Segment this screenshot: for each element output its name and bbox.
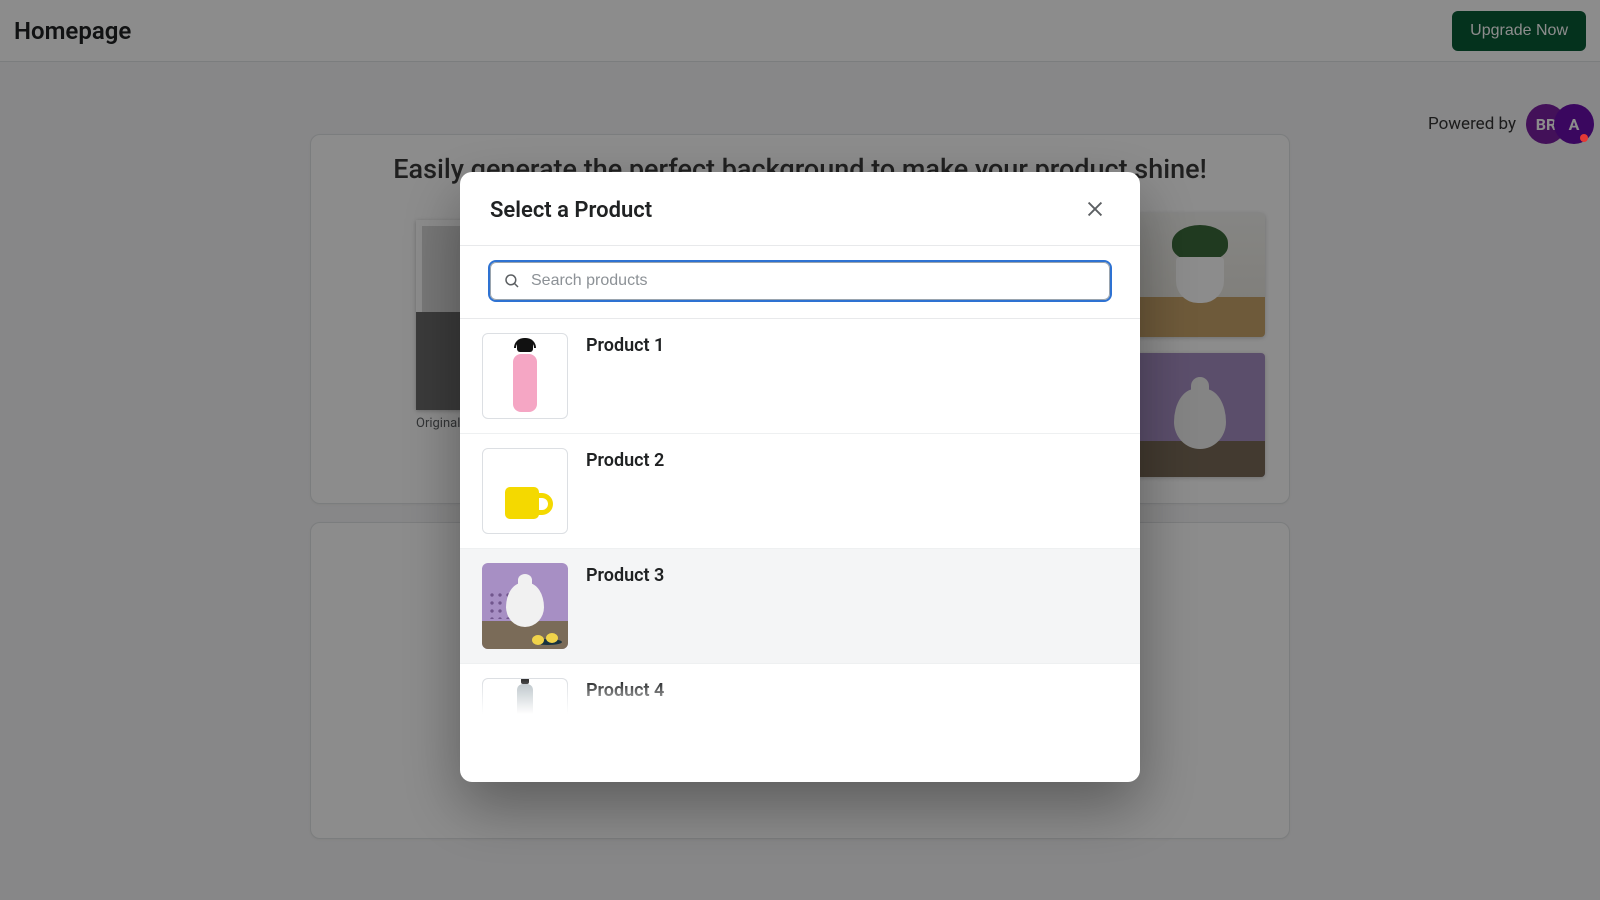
product-thumbnail bbox=[482, 333, 568, 419]
modal-overlay[interactable]: Select a Product Product 1 Product 2 bbox=[0, 0, 1600, 900]
select-product-modal: Select a Product Product 1 Product 2 bbox=[460, 172, 1140, 782]
search-wrap bbox=[460, 246, 1140, 318]
search-input[interactable] bbox=[531, 272, 1097, 290]
product-name: Product 2 bbox=[586, 448, 664, 471]
product-row[interactable]: Product 3 bbox=[460, 549, 1140, 664]
modal-header: Select a Product bbox=[460, 172, 1140, 245]
product-name: Product 3 bbox=[586, 563, 664, 586]
close-button[interactable] bbox=[1080, 194, 1110, 227]
product-name: Product 1 bbox=[586, 333, 664, 356]
bria-logo-dot bbox=[1580, 134, 1588, 142]
close-icon bbox=[1084, 198, 1106, 220]
product-row[interactable]: Product 2 bbox=[460, 434, 1140, 549]
product-row[interactable]: Product 1 bbox=[460, 319, 1140, 434]
product-name: Product 4 bbox=[586, 678, 664, 701]
product-thumbnail bbox=[482, 563, 568, 649]
product-row[interactable]: Product 4 bbox=[460, 664, 1140, 714]
product-list[interactable]: Product 1 Product 2 Product 3 Product 4 bbox=[460, 318, 1140, 714]
search-icon bbox=[503, 272, 521, 290]
search-box[interactable] bbox=[490, 262, 1110, 300]
product-thumbnail bbox=[482, 448, 568, 534]
product-thumbnail bbox=[482, 678, 568, 714]
modal-title: Select a Product bbox=[490, 198, 652, 223]
modal-footer bbox=[460, 714, 1140, 782]
